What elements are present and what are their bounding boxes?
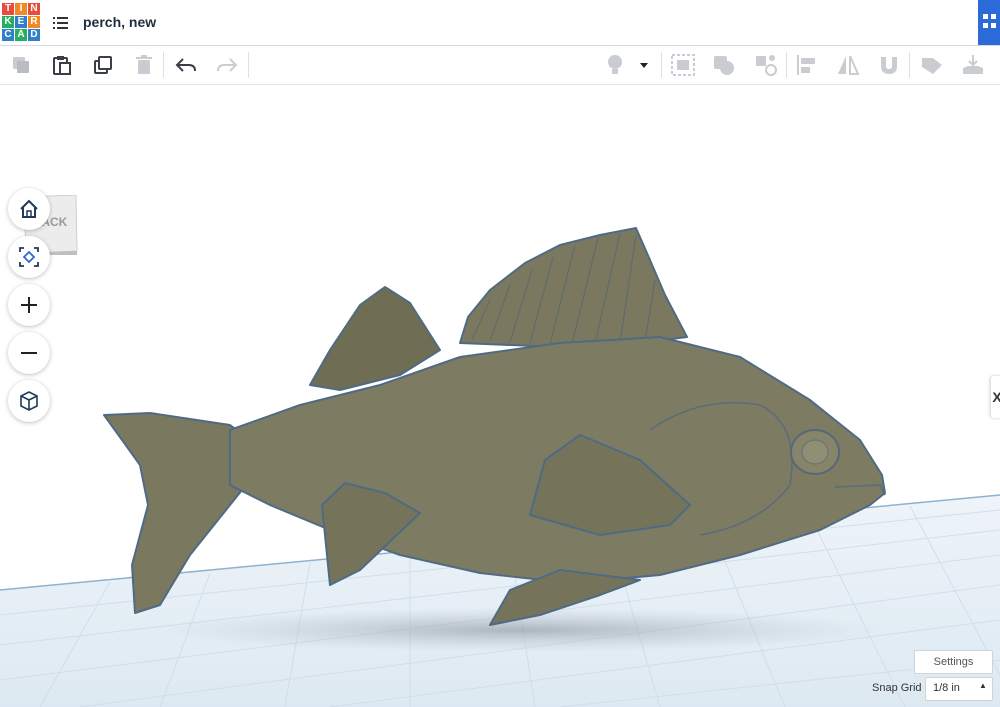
- logo-letter: R: [28, 16, 40, 28]
- import-icon: [963, 55, 983, 74]
- panel-toggle-tab[interactable]: X: [991, 376, 1000, 418]
- union-button[interactable]: [709, 50, 739, 80]
- align-button[interactable]: [792, 50, 822, 80]
- toolbar-divider: [248, 52, 249, 78]
- snap-grid-label: Snap Grid: [872, 682, 922, 694]
- minus-icon: [21, 352, 37, 354]
- toolbar-divider: [661, 52, 662, 78]
- trash-icon: [136, 55, 152, 74]
- settings-button[interactable]: Settings: [914, 650, 993, 674]
- ungroup-button[interactable]: [751, 50, 781, 80]
- plus-icon: [21, 297, 37, 313]
- workplane-viewport[interactable]: BACK X: [0, 85, 1000, 707]
- tinkercad-logo[interactable]: T I N K E R C A D: [2, 3, 40, 41]
- home-view-button[interactable]: [8, 188, 50, 230]
- undo-button[interactable]: [171, 50, 201, 80]
- fit-all-icon: [19, 247, 39, 267]
- lightbulb-icon: [608, 55, 622, 74]
- perspective-toggle-button[interactable]: [8, 380, 50, 422]
- paste-icon: [53, 56, 71, 75]
- zoom-in-button[interactable]: [8, 284, 50, 326]
- delete-button[interactable]: [129, 50, 159, 80]
- group-icon: [671, 54, 695, 76]
- apps-grid-button[interactable]: [978, 0, 1000, 45]
- export-button[interactable]: [958, 50, 988, 80]
- top-bar: T I N K E R C A D perch, new: [0, 0, 1000, 46]
- snap-grid-value: 1/8 in: [933, 682, 960, 694]
- caret-down-icon: [640, 63, 648, 68]
- panel-toggle-label: X: [992, 389, 1000, 405]
- group-button[interactable]: [668, 50, 698, 80]
- toolbar-divider: [163, 52, 164, 78]
- toolbar-divider: [786, 52, 787, 78]
- align-icon: [797, 55, 815, 75]
- home-icon: [20, 199, 38, 218]
- ungroup-icon: [756, 55, 777, 76]
- fit-all-button[interactable]: [8, 236, 50, 278]
- caret-up-icon: ▲: [979, 681, 987, 690]
- magnet-icon: [881, 57, 897, 74]
- scene-canvas[interactable]: [0, 85, 1000, 707]
- mirror-button[interactable]: [833, 50, 863, 80]
- duplicate-icon: [94, 56, 112, 74]
- mirror-icon: [838, 55, 860, 75]
- design-list-icon[interactable]: [52, 14, 70, 32]
- workplane-button[interactable]: [917, 50, 947, 80]
- zoom-out-button[interactable]: [8, 332, 50, 374]
- redo-icon: [217, 58, 238, 72]
- logo-letter: T: [2, 3, 14, 15]
- paste-button[interactable]: [47, 50, 77, 80]
- duplicate-button[interactable]: [88, 50, 118, 80]
- redo-button[interactable]: [212, 50, 242, 80]
- logo-letter: D: [28, 29, 40, 41]
- cube-icon: [20, 391, 38, 411]
- edit-toolbar: [0, 46, 1000, 85]
- union-icon: [714, 56, 734, 75]
- logo-letter: A: [15, 29, 27, 41]
- logo-letter: I: [15, 3, 27, 15]
- workplane-icon: [922, 58, 942, 74]
- toolbar-divider: [909, 52, 910, 78]
- logo-letter: K: [2, 16, 14, 28]
- copy-button[interactable]: [6, 50, 36, 80]
- cruise-button[interactable]: [874, 50, 904, 80]
- copy-icon: [13, 57, 29, 73]
- logo-letter: E: [15, 16, 27, 28]
- notes-dropdown-button[interactable]: [634, 50, 654, 80]
- grid-icon: [983, 14, 997, 28]
- logo-letter: C: [2, 29, 14, 41]
- undo-icon: [175, 58, 196, 72]
- show-all-button[interactable]: [600, 50, 630, 80]
- snap-grid-select[interactable]: 1/8 in ▲: [925, 677, 993, 701]
- design-title[interactable]: perch, new: [83, 14, 156, 30]
- logo-letter: N: [28, 3, 40, 15]
